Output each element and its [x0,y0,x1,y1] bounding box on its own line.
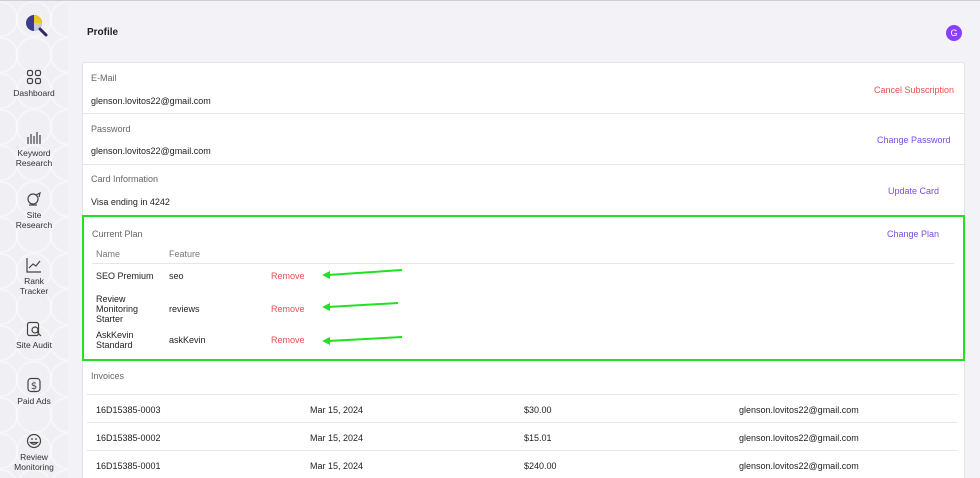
invoice-email: glenson.lovitos22@gmail.com [739,461,859,471]
sidebar-item-review-monitoring[interactable]: Review Monitoring [0,433,68,472]
password-label: Password [91,124,131,134]
sidebar-item-label: Keyword Research [15,148,53,168]
cancel-subscription-link[interactable]: Cancel Subscription [874,85,954,95]
sidebar-item-keyword-research[interactable]: Keyword Research [0,129,68,168]
plan-feature: seo [169,271,184,281]
plan-feature: reviews [169,304,200,314]
change-plan-link[interactable]: Change Plan [887,229,939,239]
annotation-arrow [322,336,403,345]
sidebar-item-label: Dashboard [13,88,55,98]
page-title: Profile [87,27,119,38]
invoice-date: Mar 15, 2024 [310,433,364,443]
update-card-link[interactable]: Update Card [888,186,939,196]
site-audit-icon [26,321,42,337]
sidebar-item-rank-tracker[interactable]: Rank Tracker [0,257,68,296]
invoice-row[interactable]: 16D15385-0002 Mar 15, 2024 $15.01 glenso… [87,422,957,450]
sidebar-item-label: Site Audit [16,340,52,350]
current-plan-section: Current Plan Change Plan Name Feature SE… [82,215,965,361]
invoice-amount: $30.00 [524,405,552,415]
sidebar-item-label: Review Monitoring [14,452,54,472]
plan-feature: askKevin [169,335,206,345]
plan-name: Review Monitoring Starter [96,294,139,324]
email-label: E-Mail [91,73,117,83]
card-label: Card Information [91,174,159,184]
sidebar-item-label: Site Research [15,210,53,230]
sidebar-item-site-research[interactable]: Site Research [0,191,68,230]
review-face-icon [26,433,42,449]
invoice-id: 16D15385-0001 [96,461,161,471]
sidebar-item-dashboard[interactable]: Dashboard [0,69,68,98]
invoices-label: Invoices [91,371,125,381]
dollar-icon: $ [27,377,41,393]
sidebar: Dashboard Keyword Research Site Research… [0,1,68,478]
invoice-amount: $15.01 [524,433,552,443]
svg-text:$: $ [31,381,37,392]
invoice-id: 16D15385-0002 [96,433,161,443]
annotation-arrow [322,302,399,311]
email-section: E-Mail glenson.lovitos22@gmail.com Cance… [83,63,964,114]
remove-plan-button[interactable]: Remove [271,304,305,314]
change-password-link[interactable]: Change Password [877,135,951,145]
invoice-row[interactable]: 16D15385-0003 Mar 15, 2024 $30.00 glenso… [87,394,957,422]
keyword-bars-icon [27,132,41,144]
invoice-email: glenson.lovitos22@gmail.com [739,433,859,443]
sidebar-item-label: Paid Ads [17,396,51,406]
sidebar-item-site-audit[interactable]: Site Audit [0,321,68,350]
avatar[interactable]: G [946,25,962,41]
invoice-date: Mar 15, 2024 [310,405,364,415]
sidebar-item-label: Rank Tracker [19,276,49,296]
remove-plan-button[interactable]: Remove [271,271,305,281]
invoice-amount: $240.00 [524,461,557,471]
password-section: Password glenson.lovitos22@gmail.com Cha… [83,114,964,165]
invoice-date: Mar 15, 2024 [310,461,364,471]
current-plan-label: Current Plan [92,229,143,239]
invoice-row[interactable]: 16D15385-0001 Mar 15, 2024 $240.00 glens… [87,450,957,478]
plan-divider [92,263,954,264]
logo-search-icon[interactable] [24,13,48,37]
dashboard-icon [26,69,42,85]
password-value: glenson.lovitos22@gmail.com [91,146,211,156]
invoice-id: 16D15385-0003 [96,405,161,415]
plan-col-name: Name [96,249,121,259]
invoice-email: glenson.lovitos22@gmail.com [739,405,859,415]
card-value: Visa ending in 4242 [91,197,170,207]
site-research-icon [27,191,41,206]
card-section: Card Information Visa ending in 4242 Upd… [83,165,964,215]
remove-plan-button[interactable]: Remove [271,335,305,345]
email-value: glenson.lovitos22@gmail.com [91,96,211,106]
annotation-arrow [322,269,403,279]
sidebar-item-paid-ads[interactable]: $ Paid Ads [0,377,68,406]
plan-name: SEO Premium [96,271,154,281]
rank-chart-icon [26,258,41,273]
plan-name: AskKevin Standard [96,330,134,350]
plan-col-feature: Feature [169,249,201,259]
